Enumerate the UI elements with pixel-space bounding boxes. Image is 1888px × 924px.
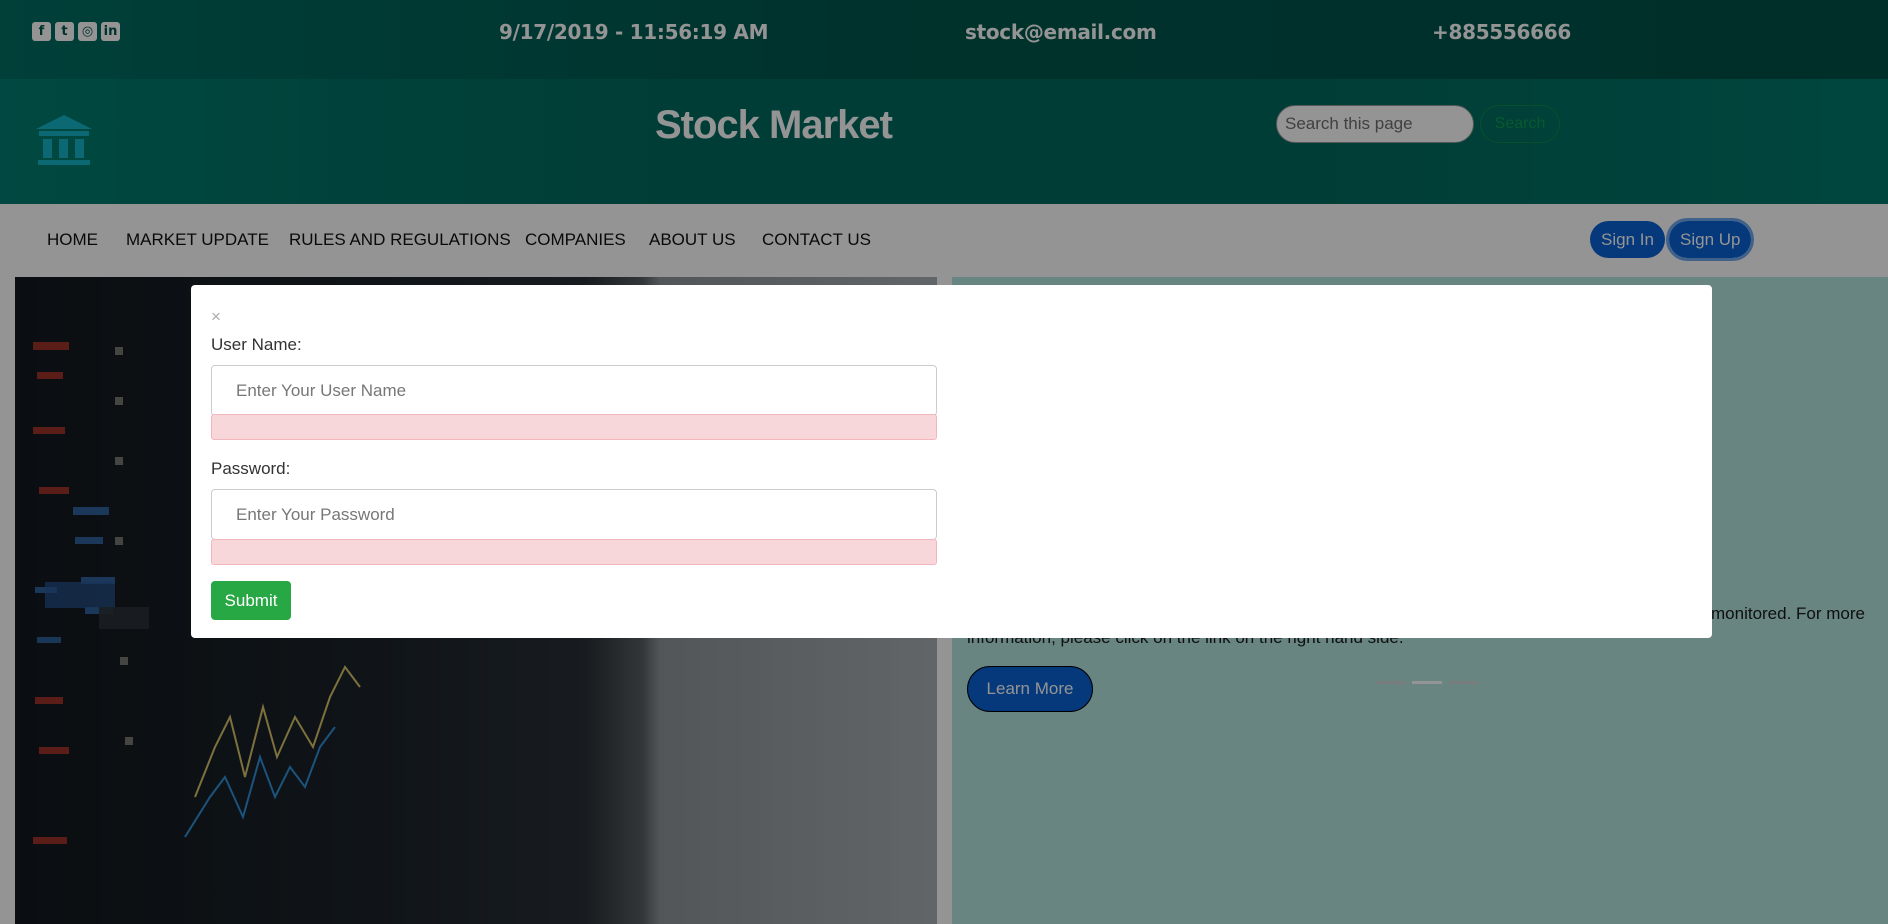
close-icon[interactable]: × bbox=[211, 307, 221, 327]
login-modal: × User Name: Password: Submit bbox=[191, 285, 1712, 638]
password-error bbox=[211, 539, 937, 565]
username-error bbox=[211, 414, 937, 440]
username-field[interactable] bbox=[211, 365, 937, 416]
submit-button[interactable]: Submit bbox=[211, 581, 291, 620]
password-label: Password: bbox=[211, 459, 291, 478]
username-label: User Name: bbox=[211, 335, 302, 354]
password-field[interactable] bbox=[211, 489, 937, 540]
